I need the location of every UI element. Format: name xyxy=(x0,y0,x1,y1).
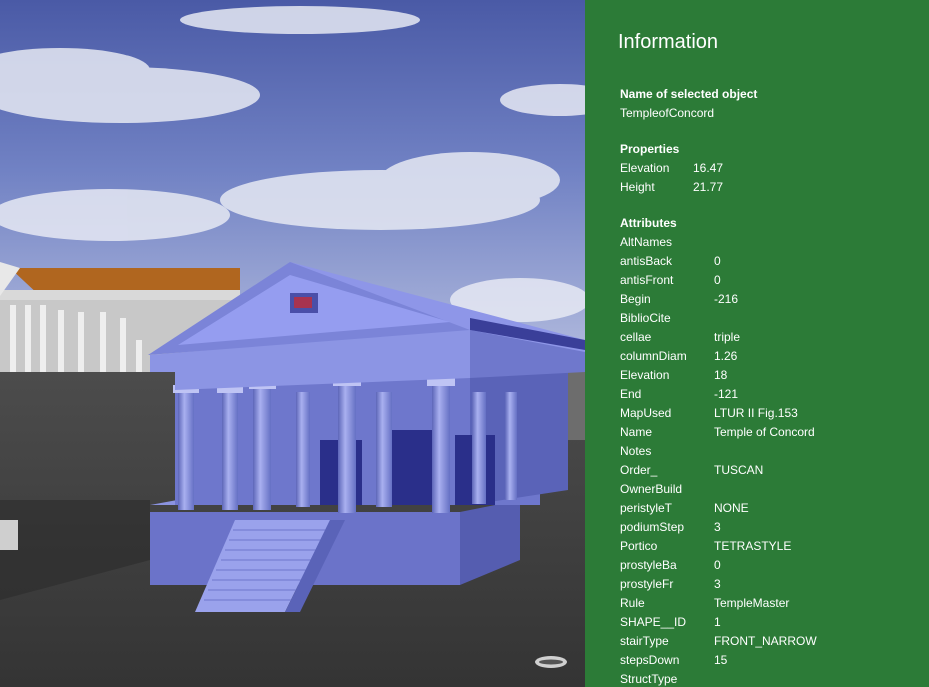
attribute-key: Elevation xyxy=(620,368,670,382)
attribute-row: Portico TETRASTYLE xyxy=(620,537,920,556)
attribute-key: Order_ xyxy=(620,463,658,477)
attribute-value: NONE xyxy=(714,501,749,515)
attributes-heading: Attributes xyxy=(620,216,677,230)
attribute-row: OwnerBuild xyxy=(620,480,920,499)
attribute-value: triple xyxy=(714,330,741,344)
property-key: Elevation xyxy=(620,161,670,175)
property-value: 16.47 xyxy=(693,161,724,175)
attribute-value: 3 xyxy=(714,520,721,534)
attribute-row: prostyleBa 0 xyxy=(620,556,920,575)
attribute-row: stairType FRONT_NARROW xyxy=(620,632,920,651)
attribute-key: Name xyxy=(620,425,653,439)
selected-object-heading: Name of selected object xyxy=(620,87,758,101)
attribute-key: Begin xyxy=(620,292,651,306)
attribute-row: podiumStep 3 xyxy=(620,518,920,537)
attribute-key: Notes xyxy=(620,444,652,458)
attribute-value: 15 xyxy=(714,653,728,667)
panel-content: Name of selected object TempleofConcord … xyxy=(620,85,920,687)
attribute-row: antisBack 0 xyxy=(620,252,920,271)
attribute-key: End xyxy=(620,387,642,401)
attribute-key: peristyleT xyxy=(620,501,673,515)
attribute-row: prostyleFr 3 xyxy=(620,575,920,594)
panel-title: Information xyxy=(618,31,719,53)
attribute-key: columnDiam xyxy=(620,349,687,363)
attribute-key: StructType xyxy=(620,672,678,686)
attribute-key: cellae xyxy=(620,330,652,344)
attribute-row: columnDiam 1.26 xyxy=(620,347,920,366)
scene-canvas[interactable] xyxy=(0,0,585,687)
attribute-key: MapUsed xyxy=(620,406,672,420)
property-key: Height xyxy=(620,180,655,194)
attribute-value: 18 xyxy=(714,368,728,382)
attribute-value: TETRASTYLE xyxy=(714,539,792,553)
attribute-value: 1 xyxy=(714,615,721,629)
attribute-row: cellae triple xyxy=(620,328,920,347)
properties-list: Elevation 16.47 Height 21.77 xyxy=(620,159,920,197)
attribute-row: AltNames xyxy=(620,233,920,252)
attribute-key: prostyleFr xyxy=(620,577,674,591)
attribute-value: -121 xyxy=(714,387,739,401)
attribute-row: Elevation 18 xyxy=(620,366,920,385)
attribute-row: End -121 xyxy=(620,385,920,404)
attribute-row: MapUsed LTUR II Fig.153 xyxy=(620,404,920,423)
attribute-row: SHAPE__ID 1 xyxy=(620,613,920,632)
3d-viewport[interactable] xyxy=(0,0,585,687)
property-value: 21.77 xyxy=(693,180,724,194)
attribute-value: 0 xyxy=(714,273,721,287)
attribute-row: Order_ TUSCAN xyxy=(620,461,920,480)
attribute-value: Temple of Concord xyxy=(714,425,815,439)
attribute-value: FRONT_NARROW xyxy=(714,634,817,648)
navigation-widget-icon[interactable] xyxy=(535,656,567,668)
attribute-row: Rule TempleMaster xyxy=(620,594,920,613)
attribute-key: OwnerBuild xyxy=(620,482,683,496)
property-row: Height 21.77 xyxy=(620,178,920,197)
attribute-row: BiblioCite xyxy=(620,309,920,328)
attribute-row: Notes xyxy=(620,442,920,461)
attribute-key: antisBack xyxy=(620,254,673,268)
attribute-row: StructType xyxy=(620,670,920,687)
attribute-value: 0 xyxy=(714,558,721,572)
attribute-key: Rule xyxy=(620,596,645,610)
attribute-row: stepsDown 15 xyxy=(620,651,920,670)
attribute-row: peristyleT NONE xyxy=(620,499,920,518)
attribute-key: stairType xyxy=(620,634,669,648)
attribute-row: Begin -216 xyxy=(620,290,920,309)
attribute-value: 0 xyxy=(714,254,721,268)
attribute-key: Portico xyxy=(620,539,658,553)
properties-heading: Properties xyxy=(620,142,680,156)
attribute-row: Name Temple of Concord xyxy=(620,423,920,442)
attribute-value: -216 xyxy=(714,292,739,306)
attribute-value: 1.26 xyxy=(714,349,738,363)
attribute-row: antisFront 0 xyxy=(620,271,920,290)
property-row: Elevation 16.47 xyxy=(620,159,920,178)
attribute-key: BiblioCite xyxy=(620,311,671,325)
attribute-value: TUSCAN xyxy=(714,463,764,477)
attribute-value: TempleMaster xyxy=(714,596,790,610)
attributes-list: AltNames antisBack 0 antisFront 0 Begin -216 Bi… xyxy=(620,233,920,687)
attribute-key: SHAPE__ID xyxy=(620,615,687,629)
information-panel: Information Name of selected object Temp… xyxy=(585,0,929,687)
attribute-value: LTUR II Fig.153 xyxy=(714,406,798,420)
selected-object-name: TempleofConcord xyxy=(620,106,715,120)
attribute-key: prostyleBa xyxy=(620,558,677,572)
attribute-key: podiumStep xyxy=(620,520,685,534)
attribute-value: 3 xyxy=(714,577,721,591)
attribute-key: AltNames xyxy=(620,235,673,249)
attribute-key: antisFront xyxy=(620,273,674,287)
attribute-key: stepsDown xyxy=(620,653,680,667)
